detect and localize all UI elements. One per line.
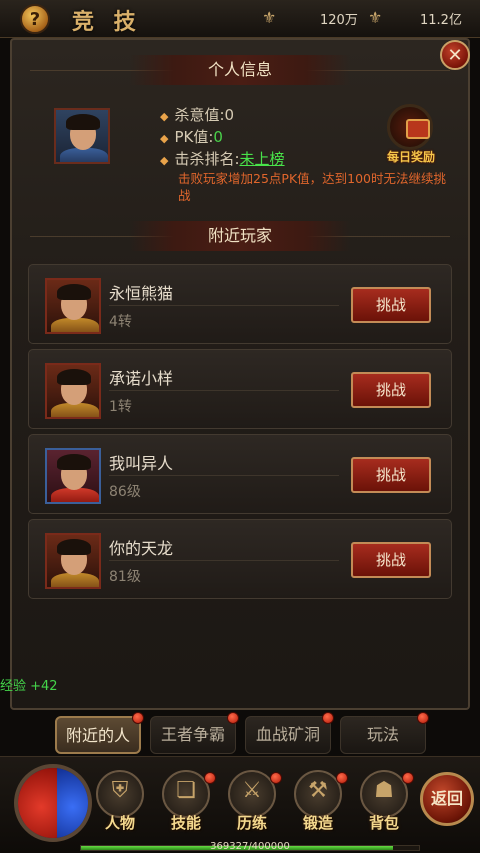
- self-avatar: [54, 108, 110, 164]
- close-icon: ✕: [447, 44, 463, 66]
- notification-dot: [417, 712, 429, 724]
- kill-intent-row: ◆ 杀意值:0: [160, 106, 235, 124]
- player-avatar: [45, 278, 101, 334]
- gold-icon: ⚜: [368, 8, 383, 27]
- personal-info-header: 个人信息: [130, 55, 350, 85]
- xp-text: 369327/400000: [210, 841, 290, 852]
- tab-gameplay[interactable]: 玩法: [340, 716, 426, 754]
- close-button[interactable]: ✕: [440, 40, 470, 70]
- player-avatar: [45, 363, 101, 419]
- player-level: 1转: [109, 399, 132, 415]
- currency-coin-value: 120万: [320, 13, 358, 28]
- sword-icon: ⚔: [242, 778, 262, 803]
- challenge-button[interactable]: 挑战: [351, 542, 431, 578]
- notification-dot: [270, 772, 282, 784]
- player-level: 81级: [109, 569, 141, 585]
- player-level: 4转: [109, 314, 132, 330]
- menu-label: 技能: [170, 814, 201, 832]
- page-title: 竞 技: [72, 9, 142, 35]
- notification-dot: [402, 772, 414, 784]
- player-name: 你的天龙: [109, 539, 174, 558]
- menu-label: 历练: [236, 814, 267, 832]
- helmet-icon: ⛨: [111, 778, 129, 803]
- player-level: 86级: [109, 484, 141, 500]
- daily-reward-button[interactable]: 每日奖励: [382, 104, 440, 168]
- notification-dot: [322, 712, 334, 724]
- kill-intent-value: 0: [224, 106, 235, 124]
- pk-warning-text: 击败玩家增加25点PK值，达到100时无法继续挑战: [178, 171, 447, 203]
- player-name: 承诺小样: [109, 369, 174, 388]
- help-button[interactable]: ?: [20, 4, 50, 34]
- anvil-icon: ⚒: [308, 778, 328, 803]
- daily-reward-label: 每日奖励: [386, 150, 435, 164]
- menu-character[interactable]: ⛨ 人物: [90, 770, 150, 836]
- challenge-button[interactable]: 挑战: [351, 372, 431, 408]
- rank-label: 击杀排名:: [174, 150, 240, 168]
- currency-gold-value: 11.2亿: [420, 13, 462, 28]
- challenge-button[interactable]: 挑战: [351, 457, 431, 493]
- player-card: 承诺小样 1转 挑战: [28, 349, 452, 429]
- kill-intent-label: 杀意值:: [174, 106, 225, 124]
- notification-dot: [132, 712, 144, 724]
- player-avatar: [45, 533, 101, 589]
- top-bar: ? 竞 技 ⚜ 120万 ⚜ 11.2亿: [0, 0, 480, 38]
- pk-label: PK值:: [174, 128, 214, 146]
- challenge-button[interactable]: 挑战: [351, 287, 431, 323]
- player-card: 永恒熊猫 4转 挑战: [28, 264, 452, 344]
- player-name: 永恒熊猫: [109, 284, 174, 303]
- rank-row: ◆ 击杀排名:未上榜: [160, 150, 285, 168]
- notification-dot: [204, 772, 216, 784]
- pk-row: ◆ PK值:0: [160, 128, 223, 146]
- notification-dot: [336, 772, 348, 784]
- menu-label: 锻造: [302, 814, 333, 832]
- menu-label: 人物: [104, 814, 135, 832]
- exp-gain-text: 经验 +42: [0, 679, 58, 694]
- tab-king[interactable]: 王者争霸: [150, 716, 236, 754]
- player-card: 我叫异人 86级 挑战: [28, 434, 452, 514]
- nearby-players-header: 附近玩家: [130, 221, 350, 251]
- gift-icon: [387, 104, 433, 150]
- menu-label: 背包: [368, 814, 399, 832]
- coin-icon: ⚜: [262, 8, 277, 27]
- player-name: 我叫异人: [109, 454, 174, 473]
- pk-value: 0: [213, 128, 223, 146]
- tab-mine[interactable]: 血战矿洞: [245, 716, 331, 754]
- hp-mp-orb: [14, 764, 92, 842]
- bag-icon: ☗: [374, 778, 394, 803]
- rank-link[interactable]: 未上榜: [240, 150, 285, 168]
- tab-nearby[interactable]: 附近的人: [55, 716, 141, 754]
- back-button[interactable]: 返回: [420, 772, 474, 826]
- notification-dot: [227, 712, 239, 724]
- player-avatar: [45, 448, 101, 504]
- player-card: 你的天龙 81级 挑战: [28, 519, 452, 599]
- book-icon: ❏: [176, 778, 196, 803]
